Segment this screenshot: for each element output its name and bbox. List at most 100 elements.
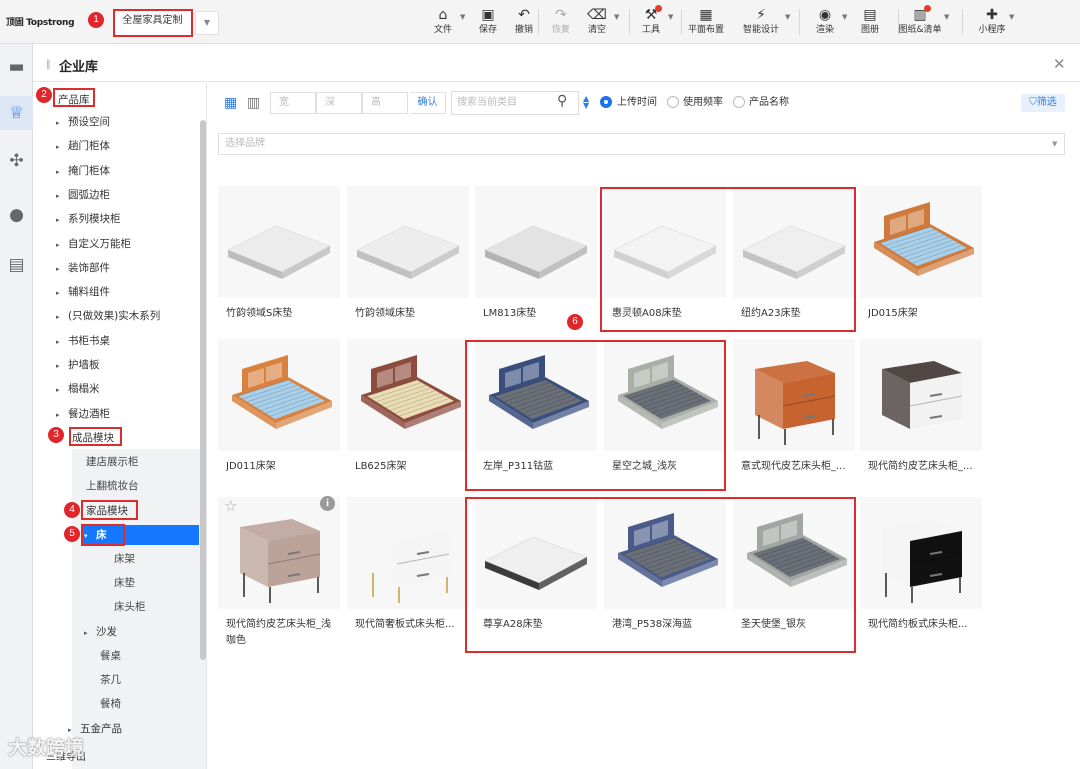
caret-right-icon[interactable]: ▸ [56, 113, 68, 133]
toolbar-save-button[interactable]: ▣ 保存 [469, 6, 507, 40]
toolbar-floorplan-button[interactable]: ▦ 平面布置 [680, 6, 732, 40]
product-card[interactable]: LB625床架 [347, 339, 469, 477]
toolbar-redo-button[interactable]: ↷ 恢复 [542, 6, 580, 40]
product-card[interactable]: JD015床架 [860, 186, 982, 324]
favorite-star-icon[interactable]: ☆ [224, 497, 237, 515]
caret-right-icon[interactable]: ▸ [56, 235, 68, 255]
product-image[interactable] [218, 186, 340, 298]
product-image[interactable] [860, 186, 982, 298]
tree-subitem[interactable]: 床垫 [114, 573, 135, 593]
product-image[interactable] [347, 497, 469, 609]
caret-right-icon[interactable]: ▸ [56, 162, 68, 182]
toolbar-puzzle-button[interactable]: ✚ 小程序 [973, 6, 1011, 40]
tree-item[interactable]: ▸ 自定义万能柜 [56, 234, 131, 254]
list-view-icon[interactable]: ▥ [247, 95, 263, 111]
rail-item-home[interactable]: ▬ [0, 50, 33, 84]
caret-right-icon[interactable]: ▸ [56, 283, 68, 303]
tree-item[interactable]: ▸ 榻榻米 [56, 379, 100, 399]
dropdown-caret-icon[interactable]: ▼ [668, 13, 673, 21]
tree-item[interactable]: ▸ 系列模块柜 [56, 209, 121, 229]
brand-select[interactable]: 选择品牌 [218, 133, 1065, 155]
caret-right-icon[interactable]: ▸ [56, 137, 68, 157]
tree-item[interactable]: ▸ 趟门柜体 [56, 136, 110, 156]
caret-right-icon[interactable]: ▸ [56, 356, 68, 376]
sort-radio-name[interactable] [733, 96, 745, 108]
tree-item-sofa[interactable]: ▸ 沙发 [84, 622, 117, 642]
drag-handle-icon[interactable]: || [46, 59, 51, 70]
tree-item[interactable]: ▸ 圆弧边柜 [56, 185, 110, 205]
product-image[interactable] [347, 186, 469, 298]
tree-subitem[interactable]: 床头柜 [114, 597, 146, 617]
tree-subitem[interactable]: 餐桌 [100, 646, 121, 666]
toolbar-file-button[interactable]: ⌂ 文件 [424, 6, 462, 40]
product-image[interactable] [347, 339, 469, 451]
caret-right-icon[interactable]: ▸ [56, 332, 68, 352]
caret-right-icon[interactable]: ▸ [56, 210, 68, 230]
toolbar-lightning-button[interactable]: ⚡ 智能设计 [735, 6, 787, 40]
product-image[interactable] [860, 339, 982, 451]
tree-item[interactable]: ▸ 预设空间 [56, 112, 110, 132]
tree-item[interactable]: ▸ 餐边酒柜 [56, 404, 110, 424]
sort-radio-frequency[interactable] [667, 96, 679, 108]
tree-item[interactable]: ▸ 辅料组件 [56, 282, 110, 302]
tree-scrollbar[interactable] [200, 120, 206, 660]
tree-subitem[interactable]: 餐椅 [100, 694, 121, 714]
confirm-button[interactable]: 确认 [410, 92, 446, 114]
rail-item-library[interactable]: ♕ [0, 96, 33, 130]
caret-right-icon[interactable]: ▸ [56, 307, 68, 327]
product-card[interactable]: 竹韵领域S床垫 [218, 186, 340, 324]
dropdown-caret-icon[interactable]: ▼ [785, 13, 790, 21]
dropdown-caret-icon[interactable]: ▼ [842, 13, 847, 21]
tree-item[interactable]: ▸ 护墙板 [56, 355, 100, 375]
product-card[interactable]: 现代简约板式床头柜... [860, 497, 982, 635]
depth-input[interactable]: 深 [316, 92, 362, 114]
caret-right-icon[interactable]: ▸ [56, 259, 68, 279]
product-card[interactable]: 意式现代皮艺床头柜_... [733, 339, 855, 477]
info-icon[interactable]: i [320, 496, 335, 511]
close-icon[interactable]: ✕ [1053, 55, 1066, 73]
rail-item-user[interactable]: ● [0, 198, 33, 232]
tree-item[interactable]: ▸ 装饰部件 [56, 258, 110, 278]
tree-subitem[interactable]: 床架 [114, 549, 135, 569]
tree-item[interactable]: ▸ 掩门柜体 [56, 161, 110, 181]
search-icon[interactable]: ⚲ [557, 93, 567, 109]
chevron-down-icon[interactable]: ▼ [1052, 140, 1057, 148]
toolbar-camera-button[interactable]: ◉ 渲染 [806, 6, 844, 40]
toolbar-drawing-list-button[interactable]: ▥ 图纸&清单 [894, 5, 946, 40]
scheme-dropdown-button[interactable]: ▼ [195, 11, 219, 35]
rail-item-cabinet[interactable]: ▤ [0, 248, 33, 282]
product-card[interactable]: 现代简约皮艺床头柜_浅咖色 [218, 497, 340, 646]
height-input[interactable]: 高 [362, 92, 408, 114]
caret-right-icon[interactable]: ▸ [56, 380, 68, 400]
caret-right-icon[interactable]: ▸ [56, 405, 68, 425]
product-card[interactable]: 现代简约皮艺床头柜_... [860, 339, 982, 477]
caret-right-icon[interactable]: ▸ [84, 623, 96, 643]
toolbar-eraser-button[interactable]: ⌫ 清空 [578, 6, 616, 40]
product-image[interactable] [860, 497, 982, 609]
product-card[interactable]: 现代简奢板式床头柜... [347, 497, 469, 635]
tree-item[interactable]: ▸ 书柜书桌 [56, 331, 110, 351]
product-card[interactable]: 竹韵领域床垫 [347, 186, 469, 324]
product-image[interactable] [733, 339, 855, 451]
product-image[interactable] [218, 339, 340, 451]
product-image[interactable] [475, 186, 597, 298]
dropdown-caret-icon[interactable]: ▼ [614, 13, 619, 21]
sort-radio-upload-time[interactable] [600, 96, 612, 108]
tree-subitem[interactable]: 建店展示柜 [86, 452, 139, 472]
tree-subitem[interactable]: 茶几 [100, 670, 121, 690]
filter-button[interactable]: ⛉筛选 [1021, 94, 1065, 112]
product-card[interactable]: LM813床垫 [475, 186, 597, 324]
grid-view-icon[interactable]: ▦ [224, 95, 240, 111]
toolbar-album-button[interactable]: ▤ 图册 [851, 6, 889, 40]
width-input[interactable]: 宽 [270, 92, 316, 114]
dropdown-caret-icon[interactable]: ▼ [944, 13, 949, 21]
rail-item-model[interactable]: ✣ [0, 144, 33, 178]
toolbar-tools-button[interactable]: ⚒ 工具 [632, 5, 670, 40]
product-card[interactable]: JD011床架 [218, 339, 340, 477]
tree-item[interactable]: ▸ (只做效果)实木系列 [56, 306, 160, 326]
dropdown-caret-icon[interactable]: ▼ [1009, 13, 1014, 21]
tree-subitem[interactable]: 上翻梳妆台 [86, 476, 139, 496]
caret-right-icon[interactable]: ▸ [56, 186, 68, 206]
dropdown-caret-icon[interactable]: ▼ [460, 13, 465, 21]
sort-order-icon[interactable]: ▲ ▼ [583, 95, 589, 110]
